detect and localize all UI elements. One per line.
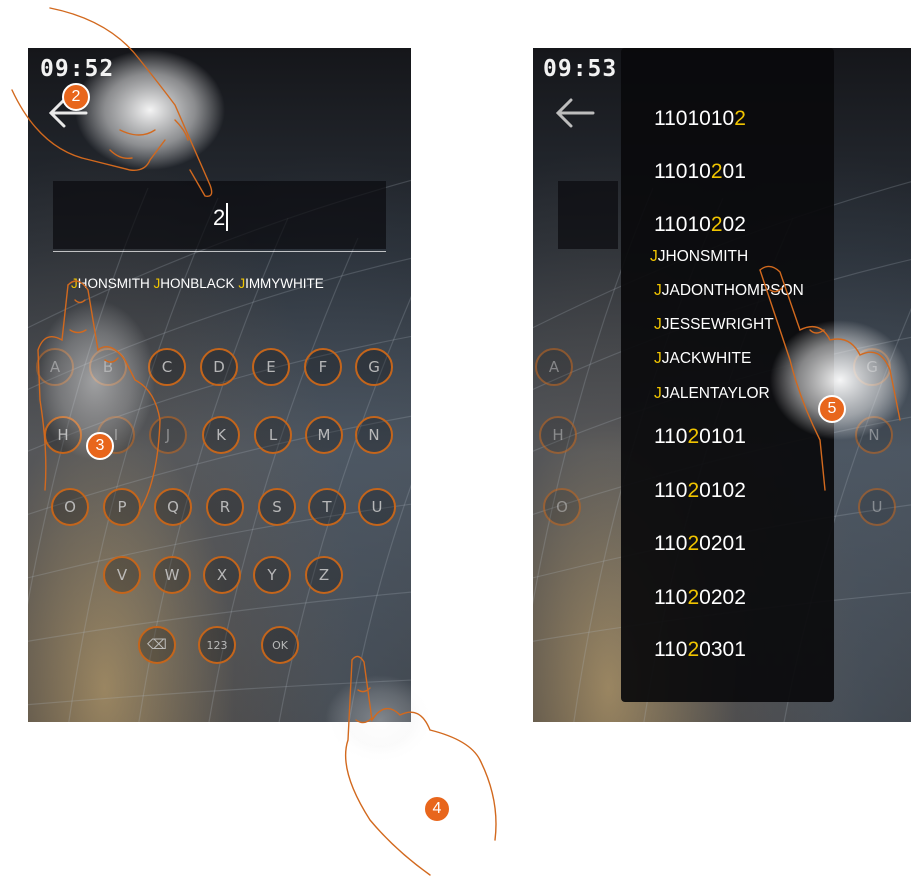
search-field[interactable]: [558, 181, 618, 249]
key-m[interactable]: M: [305, 416, 343, 454]
key-x[interactable]: X: [203, 556, 241, 594]
key-o[interactable]: O: [543, 488, 581, 526]
key-p[interactable]: P: [103, 488, 141, 526]
search-value: 2: [213, 205, 226, 230]
key-v[interactable]: V: [103, 556, 141, 594]
key-n[interactable]: N: [355, 416, 393, 454]
step-badge: 2: [62, 83, 90, 111]
result-item[interactable]: 11020101: [654, 425, 746, 449]
back-arrow-icon[interactable]: [553, 96, 597, 130]
suggestion-bar: JHONSMITH JHONBLACK JIMMYWHITE: [71, 276, 324, 291]
key-a[interactable]: A: [535, 348, 573, 386]
suggestion-3[interactable]: JIMMYWHITE: [238, 276, 324, 291]
result-item[interactable]: 11010201: [654, 160, 746, 184]
result-item[interactable]: 11010202: [654, 213, 746, 237]
key-z[interactable]: Z: [305, 556, 343, 594]
result-item[interactable]: 11020202: [654, 586, 746, 610]
ok-key[interactable]: OK: [261, 626, 299, 664]
result-item[interactable]: 11020102: [654, 479, 746, 503]
result-item[interactable]: JJHONSMITH: [650, 248, 748, 266]
numbers-key[interactable]: 123: [198, 626, 236, 664]
key-s[interactable]: S: [258, 488, 296, 526]
key-f[interactable]: F: [304, 348, 342, 386]
key-n[interactable]: N: [855, 416, 893, 454]
step-badge: 5: [818, 395, 846, 423]
key-e[interactable]: E: [252, 348, 290, 386]
key-t[interactable]: T: [308, 488, 346, 526]
key-g[interactable]: G: [355, 348, 393, 386]
key-y[interactable]: Y: [253, 556, 291, 594]
search-screen-left: 09:52 2 JHONSMITH JHONBLACK JIMMYWHITE A…: [28, 48, 411, 722]
key-r[interactable]: R: [206, 488, 244, 526]
key-u[interactable]: U: [858, 488, 896, 526]
result-item[interactable]: JJESSEWRIGHT: [654, 316, 774, 334]
key-k[interactable]: K: [202, 416, 240, 454]
result-item[interactable]: JJADONTHOMPSON: [654, 282, 804, 300]
step-badge: 4: [423, 795, 451, 823]
suggestion-2[interactable]: JHONBLACK: [154, 276, 235, 291]
key-h[interactable]: H: [44, 416, 82, 454]
key-a[interactable]: A: [36, 348, 74, 386]
delete-icon: ⌫: [147, 637, 167, 653]
key-u[interactable]: U: [358, 488, 396, 526]
suggestion-1[interactable]: JHONSMITH: [71, 276, 150, 291]
search-field[interactable]: 2: [53, 181, 386, 249]
key-b[interactable]: B: [89, 348, 127, 386]
key-j[interactable]: J: [149, 416, 187, 454]
key-q[interactable]: Q: [154, 488, 192, 526]
clock: 09:52: [40, 56, 115, 82]
text-caret: [226, 203, 228, 231]
result-item[interactable]: 11020301: [654, 638, 746, 662]
search-underline: [53, 251, 386, 252]
key-g[interactable]: G: [853, 348, 891, 386]
result-item[interactable]: 11020201: [654, 532, 746, 556]
result-item[interactable]: JJALENTAYLOR: [654, 385, 770, 403]
key-d[interactable]: D: [200, 348, 238, 386]
key-o[interactable]: O: [51, 488, 89, 526]
step-badge: 3: [86, 432, 114, 460]
delete-key[interactable]: ⌫: [138, 626, 176, 664]
key-c[interactable]: C: [148, 348, 186, 386]
result-item[interactable]: 11010102: [654, 107, 746, 131]
result-item[interactable]: JJACKWHITE: [654, 350, 751, 368]
key-h[interactable]: H: [539, 416, 577, 454]
clock: 09:53: [543, 56, 618, 82]
key-l[interactable]: L: [254, 416, 292, 454]
key-w[interactable]: W: [153, 556, 191, 594]
